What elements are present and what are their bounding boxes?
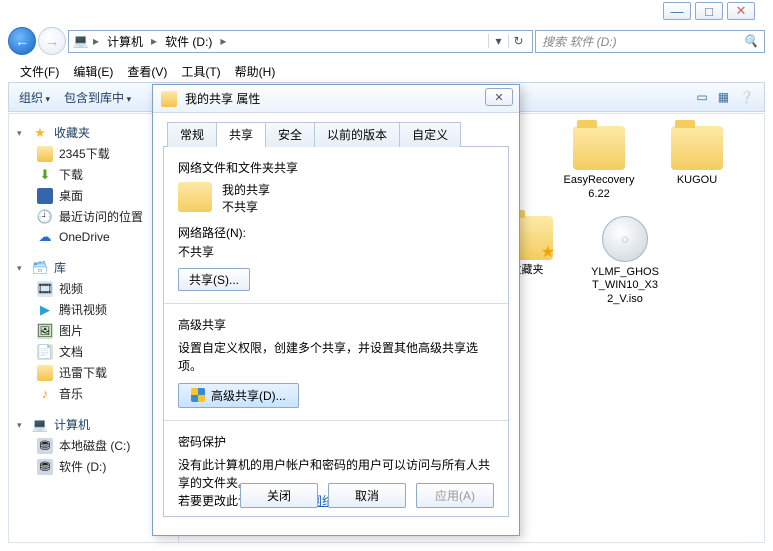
tree-item[interactable]: ⬇下载 bbox=[13, 164, 174, 185]
view-options-button[interactable]: ▦ bbox=[718, 90, 729, 104]
download-icon: ⬇ bbox=[37, 167, 53, 183]
tree-item[interactable]: ☁OneDrive bbox=[13, 227, 174, 247]
dialog-cancel-button[interactable]: 取消 bbox=[328, 483, 406, 508]
tree-item[interactable]: ♪音乐 bbox=[13, 383, 174, 404]
breadcrumb-sep: ▸ bbox=[93, 34, 99, 48]
iso-icon: ◌ bbox=[602, 216, 648, 262]
tree-item[interactable]: 迅雷下载 bbox=[13, 362, 174, 383]
navigation-bar: ← → 💻 ▸ 计算机 ▸ 软件 (D:) ▸ ▾ ↻ 搜索 软件 (D:) 🔍 bbox=[8, 26, 765, 56]
search-input[interactable]: 搜索 软件 (D:) 🔍 bbox=[535, 30, 765, 53]
tab-1[interactable]: 共享 bbox=[216, 122, 266, 147]
advanced-share-button[interactable]: 高级共享(D)... bbox=[178, 383, 299, 408]
star-icon: ★ bbox=[32, 125, 48, 141]
menu-help[interactable]: 帮助(H) bbox=[229, 61, 282, 82]
share-button[interactable]: 共享(S)... bbox=[178, 268, 250, 291]
dialog-close-button[interactable]: ✕ bbox=[485, 88, 513, 106]
advanced-share-desc: 设置自定义权限，创建多个共享，并设置其他高级共享选项。 bbox=[178, 339, 494, 375]
tree-favorites[interactable]: ▾★收藏夹 bbox=[13, 122, 174, 143]
forward-button[interactable]: → bbox=[38, 27, 66, 55]
desktop-icon bbox=[37, 188, 53, 204]
search-placeholder: 搜索 软件 (D:) bbox=[542, 33, 617, 50]
tree-libraries[interactable]: ▾🗃库 bbox=[13, 257, 174, 278]
tree-computer[interactable]: ▾💻计算机 bbox=[13, 414, 174, 435]
breadcrumb[interactable]: 软件 (D:) bbox=[161, 33, 216, 50]
section-title: 密码保护 bbox=[178, 433, 494, 450]
drive-icon: ⛃ bbox=[37, 438, 53, 454]
tab-0[interactable]: 常规 bbox=[167, 122, 217, 147]
file-item[interactable]: ◌YLMF_GHOST_WIN10_X32_V.iso bbox=[589, 216, 661, 307]
pictures-icon: 🖼 bbox=[37, 323, 53, 339]
documents-icon: 📄 bbox=[37, 344, 53, 360]
network-path-label: 网络路径(N): bbox=[178, 224, 494, 241]
breadcrumb-sep: ▸ bbox=[220, 34, 226, 48]
tree-item[interactable]: ▶腾讯视频 bbox=[13, 299, 174, 320]
dialog-apply-button[interactable]: 应用(A) bbox=[416, 483, 494, 508]
folder-icon bbox=[37, 146, 53, 162]
address-bar[interactable]: 💻 ▸ 计算机 ▸ 软件 (D:) ▸ ▾ ↻ bbox=[68, 30, 533, 53]
network-path-value: 不共享 bbox=[178, 243, 494, 260]
dialog-title: 我的共享 属性 bbox=[185, 90, 260, 107]
file-label: EasyRecovery6.22 bbox=[563, 174, 635, 202]
section-title: 高级共享 bbox=[178, 316, 494, 333]
minimize-button[interactable]: — bbox=[663, 2, 691, 20]
tree-item[interactable]: 桌面 bbox=[13, 185, 174, 206]
search-icon: 🔍 bbox=[743, 34, 758, 48]
folder-icon bbox=[178, 182, 212, 212]
organize-button[interactable]: 组织 bbox=[19, 89, 50, 106]
folder-icon bbox=[37, 365, 53, 381]
music-icon: ♪ bbox=[37, 386, 53, 402]
dialog-titlebar[interactable]: 我的共享 属性 ✕ bbox=[153, 85, 519, 113]
window-controls: — □ ✕ bbox=[663, 2, 755, 20]
tab-4[interactable]: 自定义 bbox=[399, 122, 461, 147]
help-button[interactable]: ❔ bbox=[739, 90, 754, 104]
tree-item[interactable]: 🖼图片 bbox=[13, 320, 174, 341]
file-label: KUGOU bbox=[677, 174, 717, 188]
tree-item[interactable]: ⛃本地磁盘 (C:) bbox=[13, 435, 174, 456]
menu-tools[interactable]: 工具(T) bbox=[175, 61, 226, 82]
tab-strip: 常规共享安全以前的版本自定义 bbox=[163, 121, 509, 147]
include-in-library-button[interactable]: 包含到库中 bbox=[64, 89, 131, 106]
properties-dialog: 我的共享 属性 ✕ 常规共享安全以前的版本自定义 网络文件和文件夹共享 我的共享… bbox=[152, 84, 520, 536]
menu-file[interactable]: 文件(F) bbox=[14, 61, 65, 82]
folder-icon bbox=[671, 126, 723, 170]
file-label: YLMF_GHOST_WIN10_X32_V.iso bbox=[589, 266, 661, 307]
folder-icon bbox=[161, 91, 177, 107]
file-item[interactable]: KUGOU bbox=[661, 126, 733, 202]
dialog-close-button[interactable]: 关闭 bbox=[240, 483, 318, 508]
onedrive-icon: ☁ bbox=[37, 229, 53, 245]
close-window-button[interactable]: ✕ bbox=[727, 2, 755, 20]
back-button[interactable]: ← bbox=[8, 27, 36, 55]
tree-item[interactable]: 🕘最近访问的位置 bbox=[13, 206, 174, 227]
section-title: 网络文件和文件夹共享 bbox=[178, 159, 494, 176]
menu-edit[interactable]: 编辑(E) bbox=[67, 61, 119, 82]
computer-icon: 💻 bbox=[73, 33, 89, 49]
tencent-icon: ▶ bbox=[37, 302, 53, 318]
preview-pane-button[interactable]: ▭ bbox=[696, 90, 707, 104]
recent-icon: 🕘 bbox=[37, 209, 53, 225]
address-dropdown-button[interactable]: ▾ bbox=[488, 34, 508, 48]
tree-item[interactable]: 🎞视频 bbox=[13, 278, 174, 299]
maximize-button[interactable]: □ bbox=[695, 2, 723, 20]
tree-item[interactable]: 📄文档 bbox=[13, 341, 174, 362]
library-icon: 🗃 bbox=[32, 260, 48, 276]
tab-2[interactable]: 安全 bbox=[265, 122, 315, 147]
breadcrumb-sep: ▸ bbox=[151, 34, 157, 48]
share-name: 我的共享 bbox=[222, 182, 270, 199]
shield-icon bbox=[191, 388, 205, 402]
menu-view[interactable]: 查看(V) bbox=[121, 61, 173, 82]
breadcrumb[interactable]: 计算机 bbox=[103, 33, 147, 50]
tab-3[interactable]: 以前的版本 bbox=[314, 122, 400, 147]
refresh-button[interactable]: ↻ bbox=[508, 34, 528, 48]
share-status: 不共享 bbox=[222, 199, 270, 216]
computer-icon: 💻 bbox=[32, 417, 48, 433]
menu-bar: 文件(F) 编辑(E) 查看(V) 工具(T) 帮助(H) bbox=[8, 60, 765, 82]
drive-icon: ⛃ bbox=[37, 459, 53, 475]
tab-panel-sharing: 网络文件和文件夹共享 我的共享 不共享 网络路径(N): 不共享 共享(S)..… bbox=[163, 147, 509, 517]
folder-icon bbox=[573, 126, 625, 170]
file-item[interactable]: EasyRecovery6.22 bbox=[563, 126, 635, 202]
video-icon: 🎞 bbox=[37, 281, 53, 297]
tree-item[interactable]: 2345下载 bbox=[13, 143, 174, 164]
tree-item[interactable]: ⛃软件 (D:) bbox=[13, 456, 174, 477]
